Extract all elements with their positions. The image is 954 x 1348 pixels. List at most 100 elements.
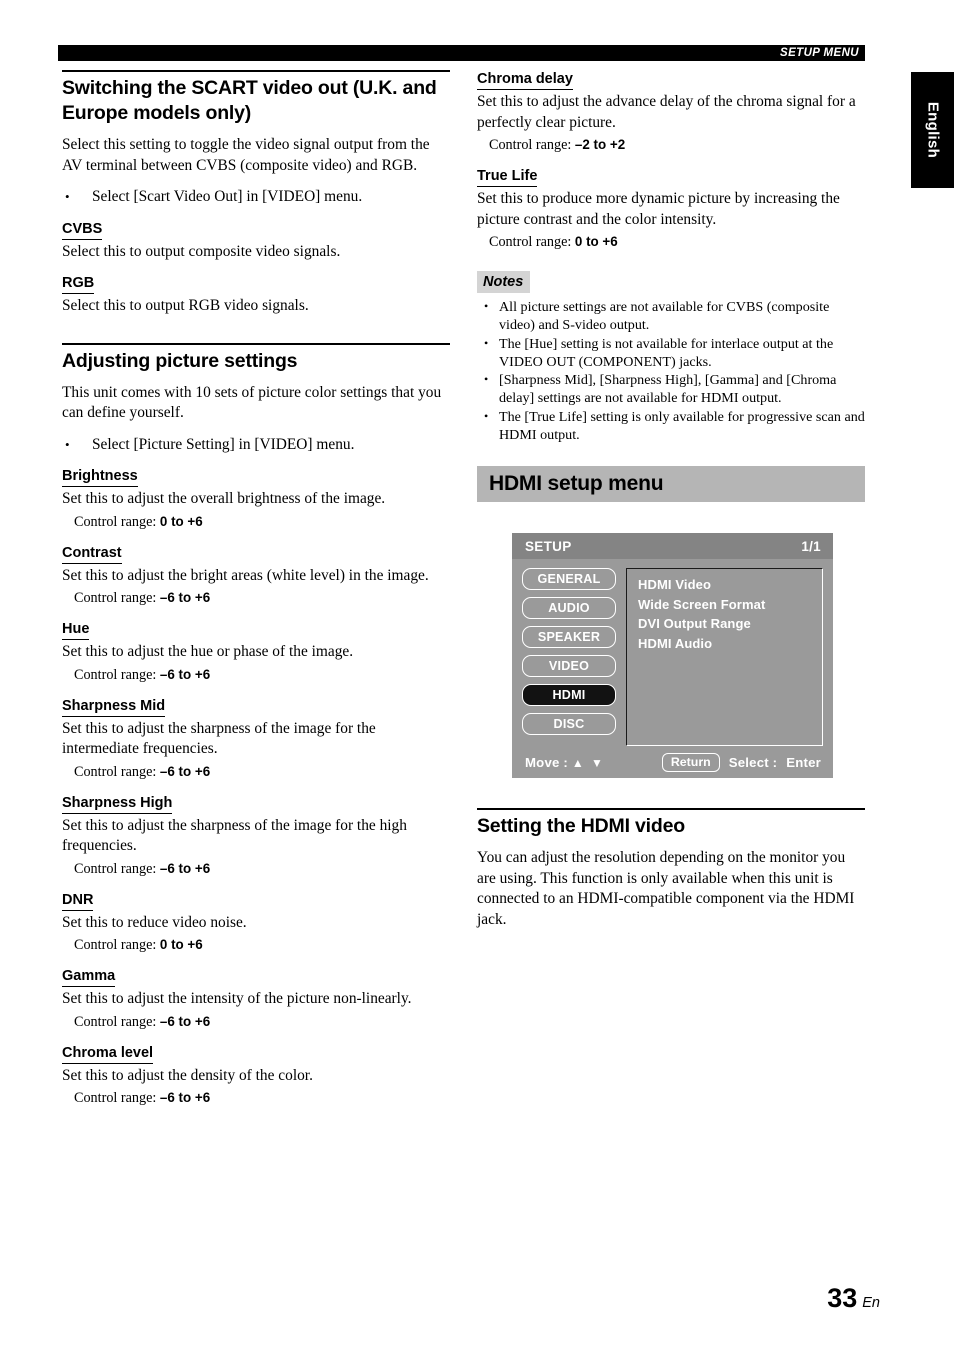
control-range: Control range: –6 to +6 bbox=[62, 859, 450, 879]
control-range-label: Control range: bbox=[489, 234, 572, 250]
setting-gamma: Gamma Set this to adjust the intensity o… bbox=[62, 967, 450, 1032]
language-tab-label: English bbox=[924, 101, 941, 159]
control-range-label: Control range: bbox=[74, 763, 157, 780]
osd-move-label: Move : bbox=[525, 754, 568, 770]
setting-description: Set this to adjust the sharpness of the … bbox=[62, 816, 407, 855]
setting-true-life: True Life Set this to produce more dynam… bbox=[477, 167, 865, 252]
setting-heading: Chroma delay bbox=[477, 70, 573, 90]
setting-description: Set this to adjust the intensity of the … bbox=[62, 990, 412, 1007]
setting-description: Set this to adjust the sharpness of the … bbox=[62, 719, 376, 758]
setting-brightness: Brightness Set this to adjust the overal… bbox=[62, 467, 450, 532]
section-title: Setting the HDMI video bbox=[477, 815, 685, 838]
osd-menu-item-hdmi-audio[interactable]: HDMI Audio bbox=[638, 635, 822, 653]
osd-menu-item-dvi-output-range[interactable]: DVI Output Range bbox=[638, 615, 822, 633]
page-title: Switching the SCART video out (U.K. and … bbox=[62, 77, 437, 124]
osd-menu-item-hdmi-video[interactable]: HDMI Video bbox=[638, 576, 822, 594]
osd-tab-video[interactable]: VIDEO bbox=[522, 655, 616, 678]
notes-list: All picture settings are not available f… bbox=[477, 297, 865, 445]
control-range: Control range: –6 to +6 bbox=[62, 1088, 450, 1108]
osd-footer: Move : ▲ ▼ Return Select : Enter bbox=[512, 746, 833, 778]
osd-tab-label: HDMI bbox=[552, 688, 586, 703]
osd-tab-disc[interactable]: DISC bbox=[522, 713, 616, 736]
control-range: Control range: –2 to +2 bbox=[477, 135, 865, 155]
setting-description: Set this to adjust the hue or phase of t… bbox=[62, 643, 354, 660]
control-range-value: 0 to +6 bbox=[574, 234, 618, 249]
control-range-value: –6 to +6 bbox=[159, 1013, 211, 1029]
language-thumb-tab: English bbox=[911, 72, 954, 188]
osd-body: GENERAL AUDIO SPEAKER VIDEO HDMI DISC HD… bbox=[512, 559, 833, 747]
control-range-value: 0 to +6 bbox=[159, 513, 203, 529]
control-range-label: Control range: bbox=[74, 1013, 157, 1030]
control-range: Control range: –6 to +6 bbox=[62, 762, 450, 782]
control-range-value: 0 to +6 bbox=[159, 937, 203, 952]
osd-tab-label: SPEAKER bbox=[537, 630, 601, 645]
setting-description: Set this to adjust the overall brightnes… bbox=[62, 490, 386, 507]
control-range-value: –6 to +6 bbox=[159, 666, 211, 682]
setting-contrast: Contrast Set this to adjust the bright a… bbox=[62, 544, 450, 609]
section-rule bbox=[62, 342, 450, 345]
list-item: The [True Life] setting is only availabl… bbox=[477, 407, 865, 445]
control-range: Control range: 0 to +6 bbox=[62, 512, 450, 532]
control-range-label: Control range: bbox=[74, 513, 157, 530]
osd-move-hint: Move : ▲ ▼ bbox=[525, 755, 605, 770]
osd-tab-hdmi[interactable]: HDMI bbox=[522, 684, 616, 707]
control-range-value: –2 to +2 bbox=[574, 137, 626, 152]
osd-tab-general[interactable]: GENERAL bbox=[522, 568, 616, 591]
setting-sharpness-mid: Sharpness Mid Set this to adjust the sha… bbox=[62, 697, 450, 782]
page-footer: 33 En bbox=[0, 1283, 880, 1314]
osd-footer-right: Return Select : Enter bbox=[661, 752, 821, 772]
osd-title: SETUP bbox=[525, 538, 572, 554]
control-range-label: Control range: bbox=[74, 590, 157, 606]
section-scart-video-out: Switching the SCART video out (U.K. and … bbox=[62, 70, 450, 317]
setting-description: Set this to reduce video noise. bbox=[62, 913, 247, 931]
control-range: Control range: –6 to +6 bbox=[62, 1012, 450, 1032]
setting-hue: Hue Set this to adjust the hue or phase … bbox=[62, 620, 450, 685]
control-range-value: –6 to +6 bbox=[159, 860, 211, 876]
setting-cvbs: CVBS Select this to output composite vid… bbox=[62, 220, 450, 263]
list-item: [Sharpness Mid], [Sharpness High], [Gamm… bbox=[477, 370, 865, 408]
chapter-banner-hdmi-setup-menu: HDMI setup menu bbox=[477, 466, 865, 503]
setting-description: Set this to adjust the advance delay of … bbox=[477, 93, 856, 131]
notes-label: Notes bbox=[477, 271, 531, 293]
setting-heading: CVBS bbox=[62, 220, 103, 240]
setting-chroma-delay: Chroma delay Set this to adjust the adva… bbox=[477, 70, 865, 155]
control-range-label: Control range: bbox=[74, 1090, 157, 1106]
osd-menu-item-wide-screen-format[interactable]: Wide Screen Format bbox=[638, 596, 822, 614]
section-bullet-list: Select [Picture Setting] in [VIDEO] menu… bbox=[62, 435, 450, 456]
control-range-value: –6 to +6 bbox=[159, 763, 211, 779]
osd-setup-screen: SETUP 1/1 GENERAL AUDIO SPEAKER VIDEO HD… bbox=[512, 533, 833, 779]
page-number: 33 bbox=[827, 1283, 858, 1313]
osd-tab-audio[interactable]: AUDIO bbox=[522, 597, 616, 620]
osd-menu-list: HDMI Video Wide Screen Format DVI Output… bbox=[626, 568, 823, 747]
setting-heading: DNR bbox=[62, 891, 94, 911]
osd-tab-speaker[interactable]: SPEAKER bbox=[522, 626, 616, 649]
control-range-label: Control range: bbox=[74, 860, 157, 877]
setting-heading: Brightness bbox=[62, 467, 138, 487]
section-rule bbox=[62, 70, 450, 72]
running-header-title: SETUP MENU bbox=[780, 47, 859, 59]
notes-block: Notes All picture settings are not avail… bbox=[477, 253, 865, 444]
setting-sharpness-high: Sharpness High Set this to adjust the sh… bbox=[62, 794, 450, 879]
section-rule bbox=[477, 808, 865, 811]
setting-description: Set this to adjust the density of the co… bbox=[62, 1066, 313, 1084]
setting-heading: Sharpness High bbox=[62, 794, 173, 814]
osd-enter-label: Enter bbox=[786, 754, 821, 770]
section-intro-text: This unit comes with 10 sets of picture … bbox=[62, 383, 442, 422]
control-range: Control range: 0 to +6 bbox=[477, 232, 865, 252]
setting-heading: Contrast bbox=[62, 544, 122, 564]
setting-dnr: DNR Set this to reduce video noise. Cont… bbox=[62, 891, 450, 956]
setting-heading: True Life bbox=[477, 167, 538, 187]
chapter-banner-title: HDMI setup menu bbox=[489, 472, 664, 496]
control-range-value: –6 to +6 bbox=[159, 590, 211, 605]
osd-tab-label: AUDIO bbox=[548, 601, 590, 616]
control-range-value: –6 to +6 bbox=[159, 1090, 211, 1105]
osd-return-button[interactable]: Return bbox=[661, 752, 720, 772]
list-item: All picture settings are not available f… bbox=[477, 297, 865, 335]
osd-select-label: Select : bbox=[728, 754, 778, 770]
setting-heading: Chroma level bbox=[62, 1044, 154, 1064]
section-intro-text: Select this setting to toggle the video … bbox=[62, 136, 430, 174]
control-range: Control range: –6 to +6 bbox=[62, 665, 450, 685]
left-column: Switching the SCART video out (U.K. and … bbox=[62, 70, 450, 1109]
setting-description: Set this to adjust the bright areas (whi… bbox=[62, 566, 429, 584]
setting-rgb: RGB Select this to output RGB video sign… bbox=[62, 274, 450, 317]
